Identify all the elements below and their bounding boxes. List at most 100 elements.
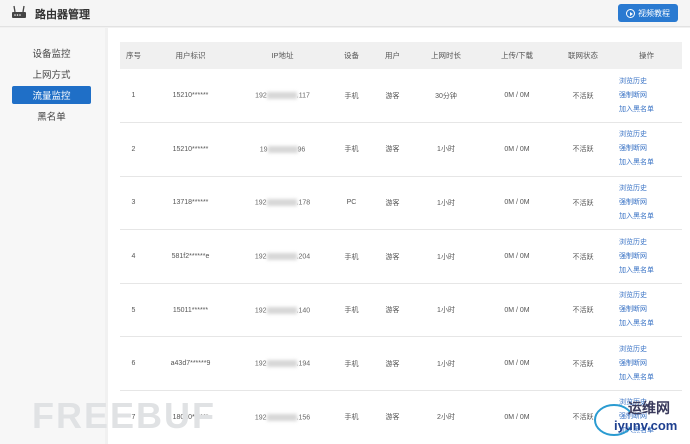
add-blacklist-link[interactable]: 加入黑名单 — [619, 317, 682, 331]
cell-duration: 1小时 — [413, 229, 479, 284]
browse-history-link[interactable]: 浏览历史 — [619, 75, 682, 89]
add-blacklist-link[interactable]: 加入黑名单 — [619, 210, 682, 224]
cell-user-id: 13718****** — [147, 176, 234, 231]
cell-actions: 浏览历史 强制断网 加入黑名单 — [611, 229, 682, 284]
add-blacklist-link[interactable]: 加入黑名单 — [619, 156, 682, 170]
table-row: 4 581f2******e 192 .204 手机 游客 1小时 0M / 0M… — [120, 229, 682, 284]
col-header-traffic: 上传/下载 — [479, 42, 555, 69]
cell-status: 不活跃 — [555, 336, 611, 392]
ip-suffix: 96 — [297, 146, 306, 154]
traffic-table: 序号 用户标识 IP地址 设备 用户 上网时长 上传/下载 联网状态 操作 1 … — [120, 42, 682, 444]
cell-ip: 192 .194 — [234, 336, 331, 392]
cell-user-id: 15210****** — [147, 69, 234, 124]
cell-no: 5 — [120, 283, 147, 338]
cell-traffic: 0M / 0M — [479, 229, 555, 284]
iyunv-watermark: 运维网 iyunv.com — [590, 396, 688, 440]
cell-device: 手机 — [331, 69, 372, 124]
cell-user-id: 581f2******e — [147, 229, 234, 284]
ip-prefix: 192 — [254, 306, 267, 314]
ip-redaction — [266, 360, 297, 368]
cell-duration: 30分钟 — [413, 69, 479, 124]
col-header-device: 设备 — [331, 42, 372, 69]
cell-device: 手机 — [331, 283, 372, 338]
cell-status: 不活跃 — [555, 176, 611, 231]
table-row: 2 15210****** 19 96 手机 游客 1小时 0M / 0M 不活跃… — [120, 122, 682, 177]
cell-actions: 浏览历史 强制断网 加入黑名单 — [611, 176, 682, 231]
force-disconnect-link[interactable]: 强制断网 — [619, 142, 682, 156]
router-icon — [12, 5, 26, 18]
sidebar-item-traffic-monitor[interactable]: 流量监控 — [12, 86, 91, 104]
add-blacklist-link[interactable]: 加入黑名单 — [619, 103, 682, 117]
col-header-status: 联网状态 — [555, 42, 611, 69]
cell-duration: 1小时 — [413, 283, 479, 338]
ip-suffix: .140 — [296, 306, 311, 314]
main-content: 序号 用户标识 IP地址 设备 用户 上网时长 上传/下载 联网状态 操作 1 … — [108, 28, 690, 444]
cell-no: 3 — [120, 176, 147, 231]
ip-redaction — [266, 413, 297, 421]
ip-suffix: .194 — [296, 360, 311, 368]
cell-duration: 1小时 — [413, 122, 479, 177]
cell-duration: 2小时 — [413, 390, 479, 444]
force-disconnect-link[interactable]: 强制断网 — [619, 89, 682, 103]
ip-suffix: .204 — [296, 253, 311, 261]
table-row: 1 15210****** 192 .117 手机 游客 30分钟 0M / 0M… — [120, 69, 682, 124]
video-tutorial-button[interactable]: 视频教程 — [618, 4, 678, 22]
add-blacklist-link[interactable]: 加入黑名单 — [619, 371, 682, 385]
cell-traffic: 0M / 0M — [479, 336, 555, 392]
col-header-duration: 上网时长 — [413, 42, 479, 69]
browse-history-link[interactable]: 浏览历史 — [619, 289, 682, 303]
force-disconnect-link[interactable]: 强制断网 — [619, 357, 682, 371]
cell-user: 游客 — [372, 283, 413, 338]
cell-status: 不活跃 — [555, 229, 611, 284]
cell-user: 游客 — [372, 229, 413, 284]
browse-history-link[interactable]: 浏览历史 — [619, 128, 682, 142]
ip-prefix: 192 — [254, 360, 267, 368]
sidebar-item-device-monitor[interactable]: 设备监控 — [12, 44, 91, 62]
col-header-user: 用户 — [372, 42, 413, 69]
cell-user-id: 15210****** — [147, 122, 234, 177]
cell-no: 6 — [120, 336, 147, 392]
sidebar-item-blacklist[interactable]: 黑名单 — [12, 107, 91, 125]
cell-traffic: 0M / 0M — [479, 390, 555, 444]
force-disconnect-link[interactable]: 强制断网 — [619, 303, 682, 317]
iyunv-watermark-en: iyunv.com — [614, 418, 678, 433]
cell-status: 不活跃 — [555, 69, 611, 124]
cell-user: 游客 — [372, 176, 413, 231]
cell-user: 游客 — [372, 122, 413, 177]
video-tutorial-label: 视频教程 — [638, 8, 670, 18]
browse-history-link[interactable]: 浏览历史 — [619, 236, 682, 250]
ip-suffix: .178 — [296, 199, 311, 207]
ip-prefix: 19 — [259, 146, 268, 154]
sidebar-item-internet-mode[interactable]: 上网方式 — [12, 65, 91, 83]
cell-no: 4 — [120, 229, 147, 284]
cell-no: 2 — [120, 122, 147, 177]
browse-history-link[interactable]: 浏览历史 — [619, 343, 682, 357]
add-blacklist-link[interactable]: 加入黑名单 — [619, 264, 682, 278]
cell-user-id: 15011****** — [147, 283, 234, 338]
sidebar: 设备监控 上网方式 流量监控 黑名单 — [0, 28, 105, 444]
force-disconnect-link[interactable]: 强制断网 — [619, 196, 682, 210]
col-header-ip: IP地址 — [234, 42, 331, 69]
cell-traffic: 0M / 0M — [479, 176, 555, 231]
cell-actions: 浏览历史 强制断网 加入黑名单 — [611, 122, 682, 177]
cell-ip: 192 .204 — [234, 229, 331, 284]
force-disconnect-link[interactable]: 强制断网 — [619, 250, 682, 264]
cell-user: 游客 — [372, 390, 413, 444]
cell-actions: 浏览历史 强制断网 加入黑名单 — [611, 336, 682, 392]
ip-prefix: 192 — [255, 92, 267, 100]
cell-duration: 1小时 — [413, 176, 479, 231]
cell-user-id: a43d7******9 — [147, 336, 234, 392]
iyunv-watermark-cn: 运维网 — [628, 400, 670, 416]
app-title: 路由器管理 — [35, 9, 90, 21]
cell-device: 手机 — [331, 122, 372, 177]
cell-traffic: 0M / 0M — [479, 122, 555, 177]
cell-actions: 浏览历史 强制断网 加入黑名单 — [611, 283, 682, 338]
ip-redaction — [266, 252, 297, 260]
ip-prefix: 192 — [254, 253, 267, 261]
cell-device: 手机 — [331, 229, 372, 284]
table-row: 5 15011****** 192.140 手机 游客 1小时 0M / 0M … — [120, 283, 682, 338]
browse-history-link[interactable]: 浏览历史 — [619, 182, 682, 196]
ip-prefix: 192 — [254, 199, 267, 207]
freebuf-watermark: FREEBUF — [32, 395, 216, 436]
ip-prefix: 192 — [254, 414, 267, 422]
